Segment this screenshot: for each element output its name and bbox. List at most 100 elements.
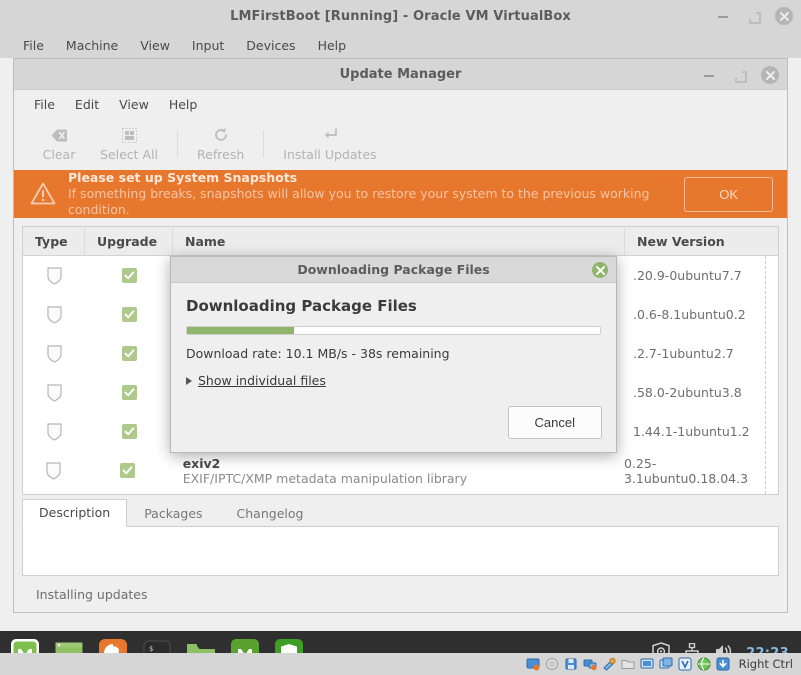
download-rate-text: Download rate: 10.1 MB/s - 38s remaining [186,346,450,361]
host-key-label: Right Ctrl [738,657,793,671]
banner-ok-button[interactable]: OK [684,176,773,212]
shield-icon [46,461,61,480]
details-tabs-area: Description Packages Changelog [22,499,779,576]
um-menu-view[interactable]: View [109,94,159,115]
upgrade-checkbox[interactable] [85,412,173,451]
package-type-cell [23,373,85,412]
select-all-label: Select All [100,147,159,162]
shield-icon [46,422,62,441]
details-tabstrip: Description Packages Changelog [22,499,779,527]
package-type-cell [23,334,85,373]
vm-icon[interactable] [678,657,692,671]
maximize-icon[interactable] [745,8,761,24]
vbox-menu-devices[interactable]: Devices [235,35,306,56]
refresh-button[interactable]: Refresh [187,124,254,164]
virtualbox-titlebar: LMFirstBoot [Running] - Oracle VM Virtua… [0,0,801,32]
refresh-icon [213,126,229,144]
column-header-new-version[interactable]: New Version [625,227,778,256]
progress-fill [187,327,295,334]
column-header-name[interactable]: Name [173,227,625,256]
tab-packages[interactable]: Packages [127,500,219,527]
tab-changelog[interactable]: Changelog [220,500,321,527]
system-snapshots-banner: Please set up System Snapshots If someth… [14,170,787,218]
update-manager-menubar: File Edit View Help [14,90,787,118]
dialog-title: Downloading Package Files [297,262,490,277]
optical-disk-icon[interactable] [545,657,559,671]
display-icon[interactable] [640,657,654,671]
show-individual-files-expander[interactable]: Show individual files [186,373,326,388]
show-individual-files-label: Show individual files [198,373,326,388]
update-manager-window-controls [701,59,779,91]
toolbar-separator [177,130,179,158]
refresh-label: Refresh [197,147,245,162]
virtualbox-title: LMFirstBoot [Running] - Oracle VM Virtua… [230,8,571,24]
package-name: exiv2 [182,455,221,471]
vbox-menu-file[interactable]: File [12,35,55,56]
package-type-cell [23,412,85,451]
vbox-menu-input[interactable]: Input [181,35,235,56]
virtualbox-window-controls [715,0,793,32]
checked-icon [121,385,137,400]
close-icon[interactable] [592,262,608,278]
cancel-button[interactable]: Cancel [507,406,602,439]
install-updates-icon [322,126,338,144]
vbox-menu-help[interactable]: Help [307,35,358,56]
package-description: EXIF/IPTC/XMP metadata manipulation libr… [182,470,468,486]
package-name-cell: exiv2 EXIF/IPTC/XMP metadata manipulatio… [171,451,616,490]
clear-button[interactable]: Clear [28,124,90,164]
upgrade-checkbox[interactable] [85,295,173,334]
vbox-menu-machine[interactable]: Machine [55,35,129,56]
hard-disk-icon[interactable] [526,657,540,671]
dialog-footer: Cancel [171,406,616,452]
tab-description[interactable]: Description [22,499,128,527]
update-manager-titlebar: Update Manager [14,59,787,90]
upgrade-checkbox[interactable] [85,256,173,295]
shield-icon [46,344,62,363]
shared-folder-icon[interactable] [621,657,635,671]
package-type-cell [23,295,85,334]
package-version: .0.6-8.1ubuntu0.2 [633,307,746,322]
virtualbox-window: LMFirstBoot [Running] - Oracle VM Virtua… [0,0,801,675]
upgrade-checkbox[interactable] [85,334,173,373]
window-icon[interactable] [659,657,673,671]
upgrade-checkbox[interactable] [84,451,171,490]
select-all-icon [121,126,137,144]
vbox-menu-view[interactable]: View [129,35,181,56]
svg-text:$: $ [149,645,153,653]
banner-subtitle: If something breaks, snapshots will allo… [68,186,650,217]
close-icon[interactable] [775,7,793,25]
column-header-upgrade[interactable]: Upgrade [85,227,173,256]
vm-screen: Update Manager File Edit View Help Clear… [0,58,801,675]
close-icon[interactable] [761,66,779,84]
column-divider[interactable] [765,256,766,494]
dialog-heading: Downloading Package Files [186,297,417,315]
install-updates-button[interactable]: Install Updates [273,124,386,164]
shield-icon [46,305,62,324]
minimize-icon[interactable] [715,8,731,24]
minimize-icon[interactable] [701,67,717,83]
dialog-body: Downloading Package Files Download rate:… [171,283,616,406]
globe-icon[interactable] [697,657,711,671]
um-menu-file[interactable]: File [24,94,65,115]
dialog-titlebar: Downloading Package Files [171,257,616,283]
clear-label: Clear [42,147,76,162]
column-header-type[interactable]: Type [23,227,85,256]
upgrade-checkbox[interactable] [85,373,173,412]
um-menu-help[interactable]: Help [159,94,208,115]
um-menu-edit[interactable]: Edit [65,94,109,115]
capture-icon[interactable] [716,657,730,671]
network-icon[interactable] [583,657,597,671]
floppy-icon[interactable] [564,657,578,671]
checked-icon [121,346,137,361]
banner-title: Please set up System Snapshots [68,170,298,185]
select-all-button[interactable]: Select All [90,124,168,164]
checked-icon [121,307,137,322]
update-manager-statusbar: Installing updates [36,586,148,602]
package-version: 0.25-3.1ubuntu0.18.04.3 [623,455,749,486]
virtualbox-statusbar: Right Ctrl [0,653,801,675]
virtualbox-menubar: File Machine View Input Devices Help [0,32,801,58]
maximize-icon[interactable] [731,67,747,83]
chevron-right-icon [186,376,192,385]
table-row[interactable]: exiv2 EXIF/IPTC/XMP metadata manipulatio… [23,451,778,490]
usb-icon[interactable] [602,657,616,671]
